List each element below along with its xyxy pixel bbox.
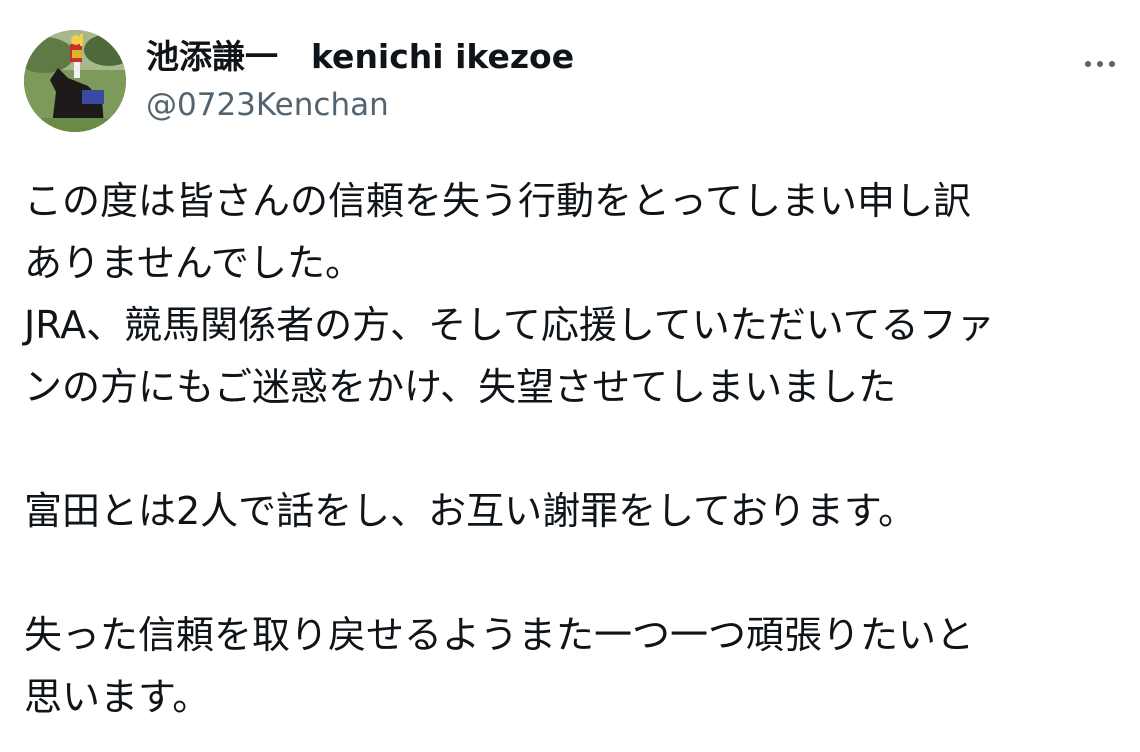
user-handle[interactable]: @0723Kenchan [146, 82, 574, 128]
tweet-line: JRA、競馬関係者の方、そして応援していただいてるファ [24, 303, 995, 347]
avatar-photo [24, 30, 126, 132]
tweet-line: 思います。 [24, 675, 211, 719]
more-horizontal-icon [1082, 61, 1118, 67]
tweet-line: 富田とは2人で話をし、お互い謝罪をしております。 [24, 489, 917, 533]
display-name[interactable]: 池添謙一 kenichi ikezoe [146, 34, 574, 80]
tweet-text: この度は皆さんの信頼を失う行動をとってしまい申し訳 ありませんでした。 JRA、… [24, 170, 1116, 728]
tweet: 池添謙一 kenichi ikezoe @0723Kenchan この度は皆さん… [0, 0, 1140, 752]
tweet-line: 失った信頼を取り戻せるようまた一つ一つ頑張りたいと [24, 613, 975, 657]
tweet-line: この度は皆さんの信頼を失う行動をとってしまい申し訳 [24, 179, 971, 223]
avatar[interactable] [24, 30, 126, 132]
tweet-line: ありませんでした。 [24, 241, 363, 285]
more-options-button[interactable] [1076, 44, 1124, 84]
author-names: 池添謙一 kenichi ikezoe @0723Kenchan [146, 34, 574, 128]
tweet-header: 池添謙一 kenichi ikezoe @0723Kenchan [24, 30, 1124, 140]
tweet-line: ンの方にもご迷惑をかけ、失望させてしまいました [24, 365, 897, 409]
